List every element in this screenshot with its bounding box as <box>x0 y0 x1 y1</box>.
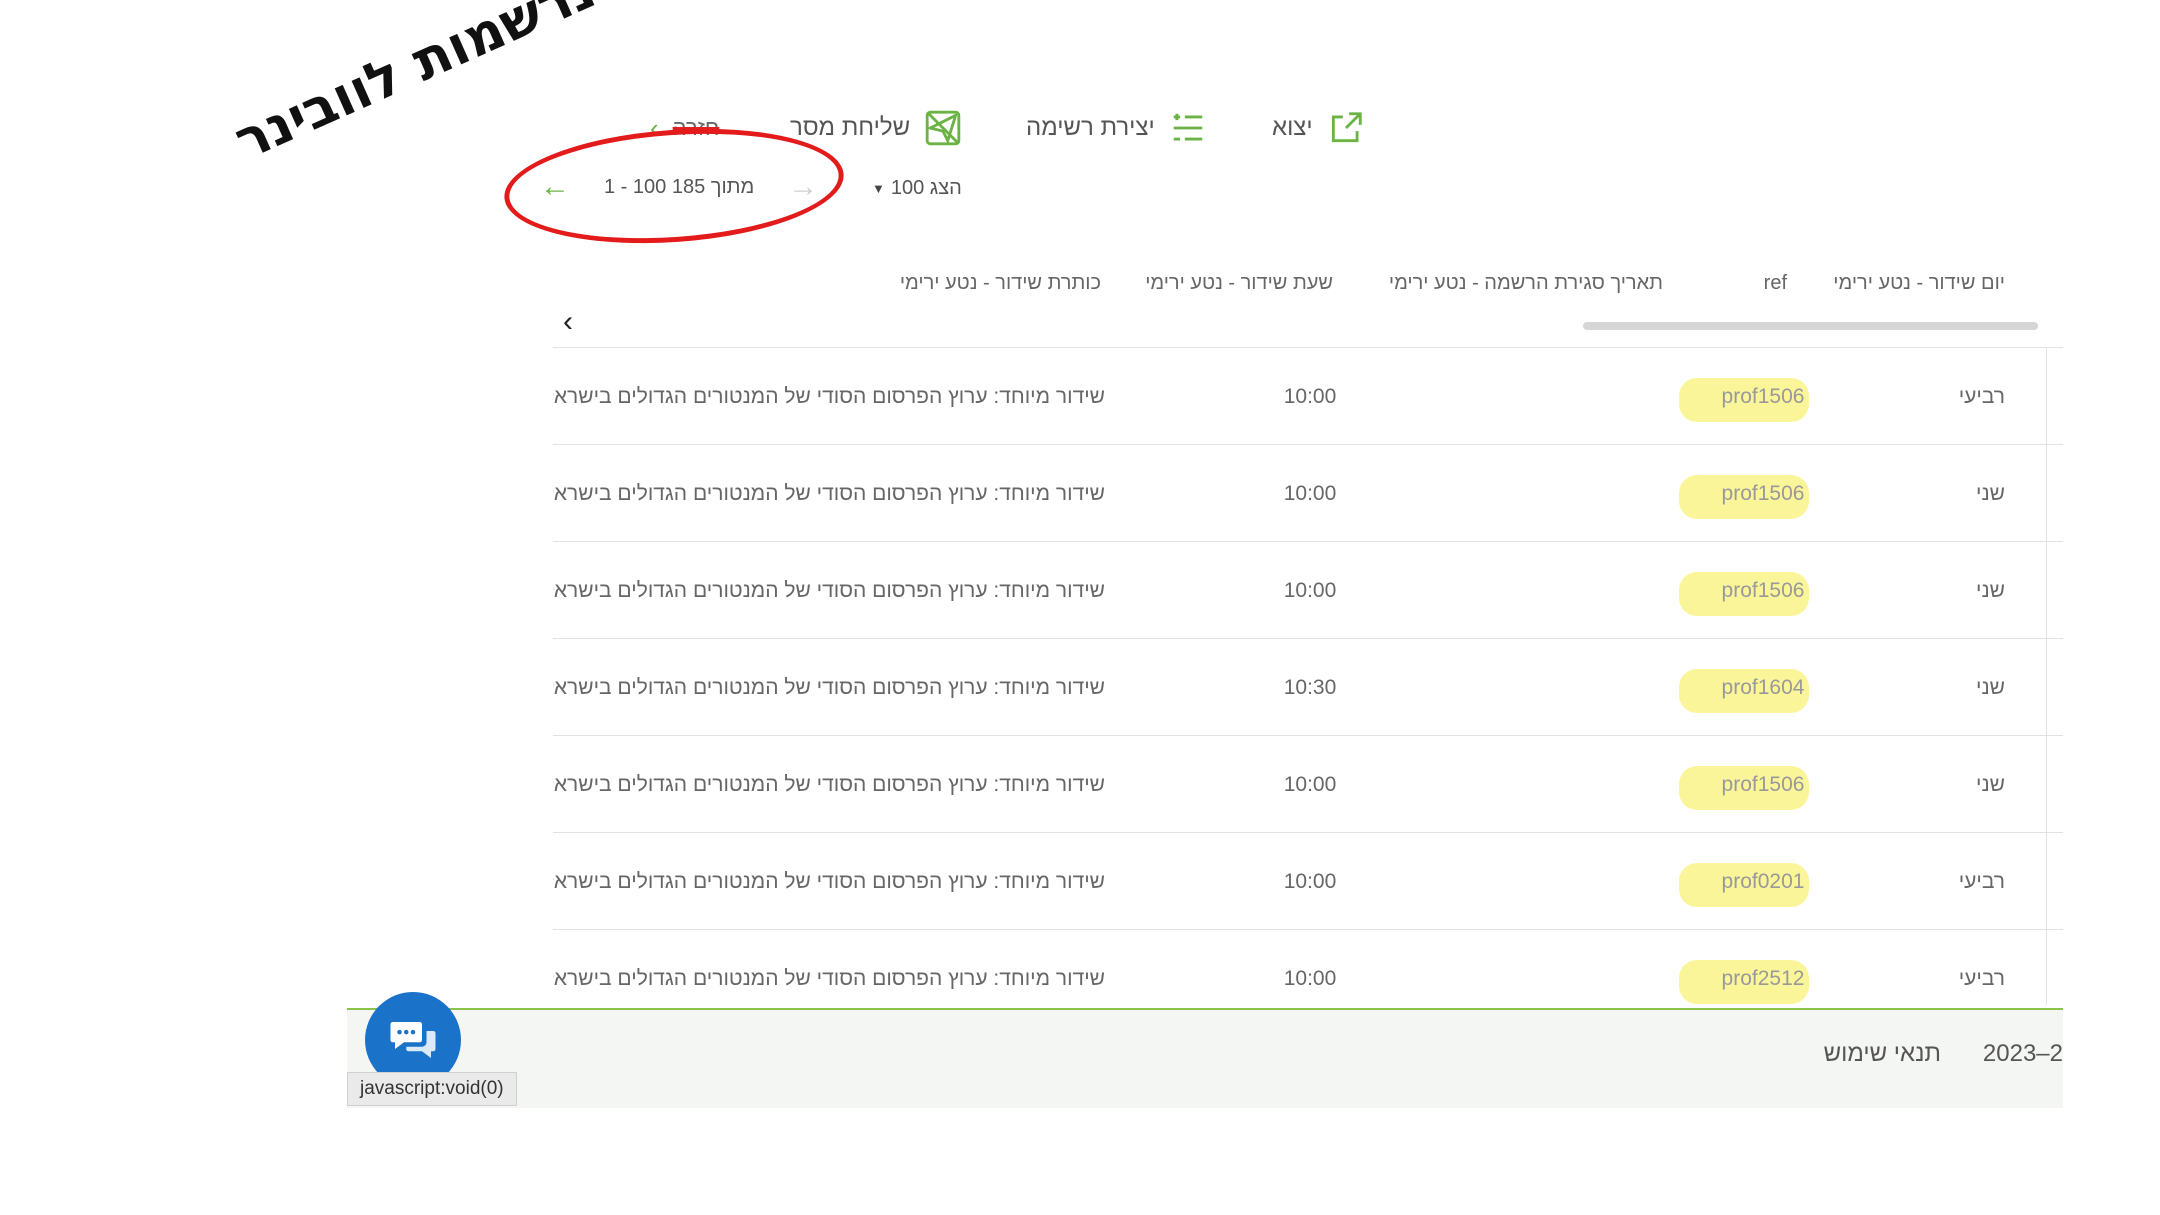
table-row[interactable]: רביעי prof2512 10:00 שידור מיוחד: ערוץ ה… <box>553 929 2063 1005</box>
cell-day: שני <box>1976 482 2005 505</box>
create-list-button[interactable]: יצירת רשימה <box>1026 100 1207 156</box>
cell-title: שידור מיוחד: ערוץ הפרסום הסודי של המנטור… <box>553 676 1105 699</box>
cell-time: 10:00 <box>1283 385 1337 408</box>
cell-time: 10:00 <box>1283 967 1337 990</box>
cell-title: שידור מיוחד: ערוץ הפרסום הסודי של המנטור… <box>553 870 1105 893</box>
chat-bubbles-icon <box>390 1022 436 1058</box>
back-label: חזרה <box>672 115 720 140</box>
page-size-label: הצג 100 <box>890 176 962 199</box>
cell-ref: prof1506 <box>1679 736 1823 833</box>
copyright-year: 2023–2 <box>1982 1040 2063 1067</box>
header-time[interactable]: שעת שידור - נטע ירימי <box>1145 272 1333 295</box>
header-ref[interactable]: ref <box>1764 272 1787 295</box>
cell-ref: prof0201 <box>1679 833 1823 930</box>
page-size-select[interactable]: ▼ הצג 100 <box>872 168 962 208</box>
send-message-label: שליחת מסר <box>790 114 911 141</box>
column-divider <box>2046 736 2047 833</box>
export-button[interactable]: יצוא <box>1272 100 1365 156</box>
column-divider <box>2046 833 2047 930</box>
table-header: יום שידור - נטע ירימי ref תאריך סגירת הר… <box>553 260 2063 310</box>
cell-day: שני <box>1976 676 2005 699</box>
table-row[interactable]: שני prof1506 10:00 שידור מיוחד: ערוץ הפר… <box>553 444 2063 542</box>
cell-day: רביעי <box>1958 967 2005 990</box>
cell-time: 10:00 <box>1283 579 1337 602</box>
list-add-icon <box>1173 113 1202 141</box>
next-page-arrow-icon[interactable]: → <box>788 172 818 202</box>
column-divider <box>2046 348 2047 445</box>
column-divider <box>2046 639 2047 736</box>
cell-ref: prof1506 <box>1679 542 1823 639</box>
cell-title: שידור מיוחד: ערוץ הפרסום הסודי של המנטור… <box>553 579 1105 602</box>
results-table: יום שידור - נטע ירימי ref תאריך סגירת הר… <box>553 260 2063 1005</box>
cell-ref: prof1506 <box>1679 445 1823 542</box>
header-day[interactable]: יום שידור - נטע ירימי <box>1833 272 2005 295</box>
create-list-label: יצירת רשימה <box>1026 114 1155 141</box>
prev-page-arrow-icon[interactable]: ← <box>540 172 570 202</box>
pagination: ← 1 - 100 מתוך 185 → <box>540 162 818 212</box>
cell-time: 10:00 <box>1283 482 1337 505</box>
pagination-range: 1 - 100 מתוך 185 <box>604 175 755 198</box>
cell-time: 10:00 <box>1283 773 1337 796</box>
cell-title: שידור מיוחד: ערוץ הפרסום הסודי של המנטור… <box>553 385 1105 408</box>
cell-day: שני <box>1976 579 2005 602</box>
chevron-left-icon: ‹ <box>650 112 659 143</box>
header-close-date[interactable]: תאריך סגירת הרשמה - נטע ירימי <box>1389 272 1663 295</box>
cell-day: שני <box>1976 773 2005 796</box>
export-label: יצוא <box>1272 114 1313 141</box>
cell-time: 10:00 <box>1283 870 1337 893</box>
cell-ref: prof1604 <box>1679 639 1823 736</box>
send-message-icon <box>925 110 961 146</box>
cell-ref: prof1506 <box>1679 348 1823 445</box>
cell-title: שידור מיוחד: ערוץ הפרסום הסודי של המנטור… <box>553 773 1105 796</box>
table-body: רביעי prof1506 10:00 שידור מיוחד: ערוץ ה… <box>553 347 2063 1005</box>
browser-status-bar: javascript:void(0) <box>347 1072 517 1106</box>
column-divider <box>2046 445 2047 542</box>
cell-title: שידור מיוחד: ערוץ הפרסום הסודי של המנטור… <box>553 482 1105 505</box>
cell-ref: prof2512 <box>1679 930 1823 1005</box>
cell-day: רביעי <box>1958 385 2005 408</box>
cell-time: 10:30 <box>1283 676 1337 699</box>
cell-title: שידור מיוחד: ערוץ הפרסום הסודי של המנטור… <box>553 967 1105 990</box>
page-footer: תנאי שימוש 2023–2 <box>347 1008 2063 1108</box>
send-message-button[interactable]: שליחת מסר <box>790 100 962 156</box>
table-row[interactable]: שני prof1506 10:00 שידור מיוחד: ערוץ הפר… <box>553 735 2063 833</box>
header-title[interactable]: כותרת שידור - נטע ירימי <box>900 272 1101 295</box>
toolbar: יצוא יצירת רשימה שליחת מסר ‹ חזרה <box>0 100 2160 156</box>
table-row[interactable]: רביעי prof0201 10:00 שידור מיוחד: ערוץ ה… <box>553 832 2063 930</box>
cell-day: רביעי <box>1958 870 2005 893</box>
table-row[interactable]: שני prof1604 10:30 שידור מיוחד: ערוץ הפר… <box>553 638 2063 736</box>
scroll-left-chevron-icon[interactable]: ‹ <box>553 302 583 342</box>
caret-down-icon: ▼ <box>872 180 885 196</box>
back-button[interactable]: ‹ חזרה <box>650 100 719 156</box>
column-divider <box>2046 930 2047 1005</box>
terms-of-use-link[interactable]: תנאי שימוש <box>1824 1040 1941 1068</box>
column-divider <box>2046 542 2047 639</box>
table-row[interactable]: שני prof1506 10:00 שידור מיוחד: ערוץ הפר… <box>553 541 2063 639</box>
table-row[interactable]: רביעי prof1506 10:00 שידור מיוחד: ערוץ ה… <box>553 347 2063 445</box>
horizontal-scrollbar[interactable] <box>1583 322 2038 330</box>
external-link-icon <box>1331 112 1362 143</box>
